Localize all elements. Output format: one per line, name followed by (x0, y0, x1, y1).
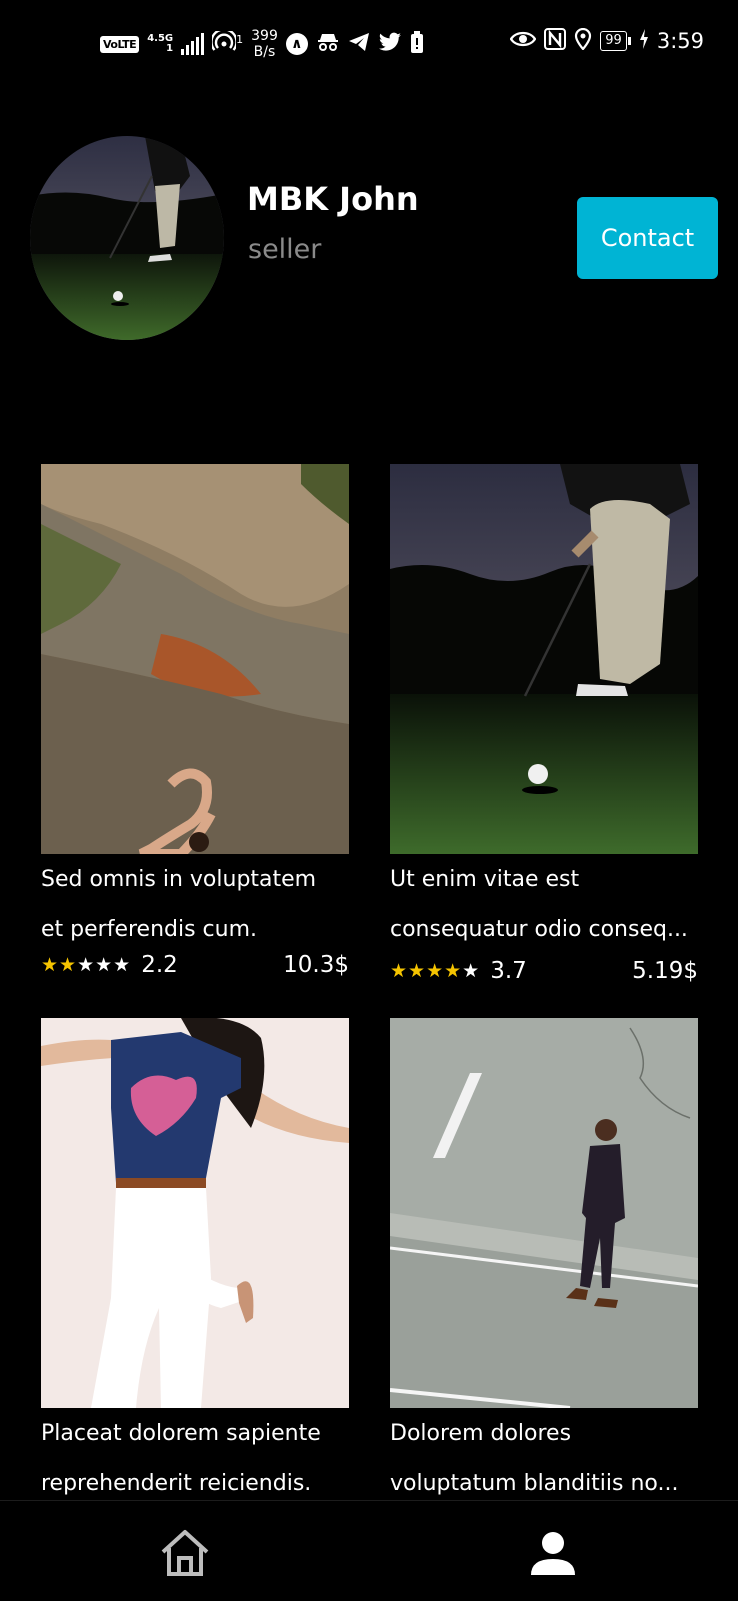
avatar-golf-image (30, 136, 224, 340)
eye-icon (509, 30, 537, 52)
profile-role: seller (248, 234, 322, 265)
incognito-icon (316, 32, 340, 56)
product-title-line1: Ut enim vitae est (390, 867, 580, 892)
charging-icon (639, 29, 649, 53)
avatar (30, 136, 224, 340)
volte-badge: VoLTE (100, 35, 140, 53)
contact-button[interactable]: Contact (577, 197, 718, 279)
rating-group: ★★★★★ 3.7 (390, 958, 527, 984)
nav-home[interactable] (157, 1525, 213, 1581)
status-bar: VoLTE 4.5G 1 1 399 B/s ∧ 99 3:59 (0, 0, 738, 92)
status-right: 99 3:59 (509, 27, 704, 54)
product-image-fashion-woman[interactable] (41, 1018, 349, 1408)
battery-alert-icon (410, 31, 424, 57)
product-title-line2: consequatur odio conseq... (390, 917, 688, 942)
speed-unit: B/s (253, 44, 276, 60)
product-card[interactable]: Ut enim vitae est consequatur odio conse… (390, 464, 698, 984)
rating-value: 2.2 (141, 952, 178, 978)
star-rating-icon: ★★★★★ (41, 954, 132, 976)
product-image-golf[interactable] (390, 464, 698, 854)
clock: 3:59 (656, 29, 704, 53)
hotspot-count: 1 (236, 32, 244, 46)
telegram-icon (348, 32, 370, 56)
status-left: VoLTE 4.5G 1 1 399 B/s ∧ (100, 28, 424, 60)
sim-label: 1 (166, 43, 174, 54)
product-image-man-walking[interactable] (390, 1018, 698, 1408)
hotspot-icon (210, 28, 238, 57)
app-a-icon: ∧ (285, 33, 308, 55)
person-icon (531, 1532, 575, 1575)
product-title-line1: Placeat dolorem sapiente (41, 1421, 321, 1446)
product-card[interactable]: Placeat dolorem sapiente reprehenderit r… (41, 1018, 349, 1508)
location-icon (574, 27, 592, 54)
product-title-line1: Dolorem dolores (390, 1421, 572, 1446)
product-meta: ★★★★★ 2.2 10.3$ (41, 952, 349, 978)
home-icon (161, 1530, 209, 1576)
profile-name: MBK John (247, 180, 419, 218)
rating-value: 3.7 (490, 958, 527, 984)
rating-group: ★★★★★ 2.2 (41, 952, 178, 978)
twitter-icon (378, 32, 402, 56)
product-meta: ★★★★★ 3.7 5.19$ (390, 958, 698, 984)
signal-icon (181, 33, 205, 55)
battery-level: 99 (600, 31, 627, 51)
product-title-line2: et perferendis cum. (41, 917, 258, 942)
price: 10.3$ (283, 952, 349, 978)
bottom-nav (0, 1500, 738, 1601)
product-card[interactable]: Dolorem dolores voluptatum blanditiis no… (390, 1018, 698, 1508)
product-title-line1: Sed omnis in voluptatem (41, 867, 317, 892)
price: 5.19$ (632, 958, 698, 984)
network-speed: 399 B/s (251, 28, 278, 60)
product-image-rock-climbing[interactable] (41, 464, 349, 854)
network-type: 4.5G 1 (147, 34, 173, 54)
nfc-icon (544, 28, 567, 54)
product-card[interactable]: Sed omnis in voluptatem et perferendis c… (41, 464, 349, 978)
battery-icon: 99 (600, 31, 631, 51)
speed-value: 399 (251, 28, 278, 44)
star-rating-icon: ★★★★★ (390, 960, 481, 982)
nav-profile[interactable] (525, 1525, 581, 1581)
